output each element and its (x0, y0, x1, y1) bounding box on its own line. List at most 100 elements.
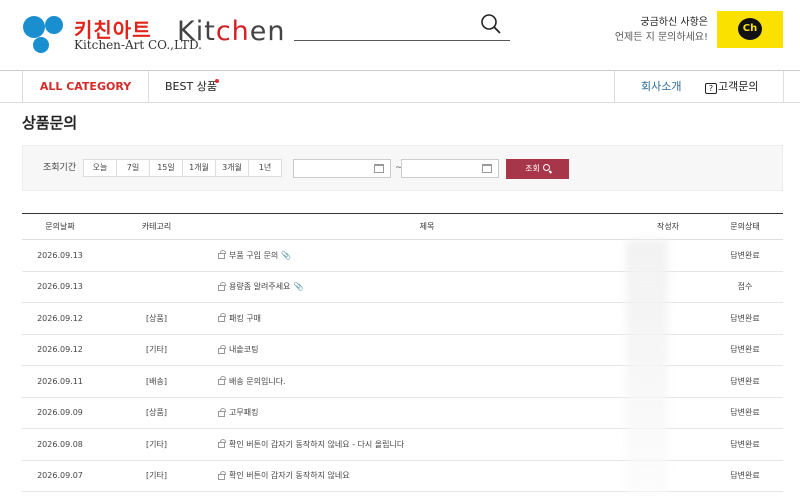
period-7d-button[interactable]: 7일 (116, 159, 150, 177)
row-title-cell[interactable]: 부품 구입 문의 📎 (218, 240, 636, 271)
kakao-channel-button[interactable]: Ch (717, 11, 783, 48)
cs-line1: 궁금하신 사항은 (640, 17, 708, 28)
lock-icon (218, 281, 226, 291)
table-row[interactable]: 2026.09.07 [기타] 확인 버튼이 갑자기 동작하지 않네요 답변완료 (22, 461, 783, 492)
row-title[interactable]: 용량좀 알려주세요 (229, 281, 290, 292)
writer-blurred-area (626, 240, 668, 496)
date-filter-panel: 조회기간 오늘 7일 15일 1개월 3개월 1년 ~ 조회 (22, 145, 783, 191)
row-date: 2026.09.11 (37, 376, 83, 386)
search-button-label: 조회 (525, 164, 540, 173)
filter-label: 조회기간 (43, 163, 77, 173)
row-category: [기타] (146, 345, 167, 355)
page-title: 상품문의 (22, 114, 78, 132)
row-date: 2026.09.08 (37, 439, 83, 449)
row-status: 답변완료 (730, 313, 760, 323)
kitchen-wordmark-en: en (249, 16, 286, 47)
lock-icon (218, 470, 226, 480)
table-row[interactable]: 2026.09.12 [기타] 내솥코팅 답변완료 (22, 335, 783, 366)
header-writer: 작성자 (656, 222, 680, 231)
header-status: 문의상태 (730, 222, 760, 231)
period-3m-button[interactable]: 3개월 (215, 159, 249, 177)
attachment-icon: 📎 (293, 282, 304, 292)
row-category: [배송] (146, 376, 167, 386)
kitchen-wordmark: Kitchen (177, 16, 286, 47)
table-header: 문의날짜 카테고리 제목 작성자 문의상태 (22, 213, 783, 240)
table-row[interactable]: 2026.09.11 [배송] 배송 문의입니다. 답변완료 (22, 366, 783, 398)
search-button[interactable]: 조회 (506, 159, 569, 179)
row-date: 2026.09.13 (37, 250, 83, 260)
nav-customer-inquiry[interactable]: ? 고객문의 (705, 71, 758, 103)
row-title[interactable]: 확인 버튼이 갑자기 동작하지 않네요 (229, 470, 350, 481)
row-title[interactable]: 배송 문의입니다. (229, 376, 286, 387)
search-input[interactable] (294, 40, 510, 41)
start-date-input[interactable] (293, 159, 391, 178)
nav-all-category[interactable]: ALL CATEGORY (22, 71, 149, 103)
end-date-input[interactable] (401, 159, 499, 178)
nav-customer-inquiry-label: 고객문의 (718, 80, 759, 93)
period-today-button[interactable]: 오늘 (83, 159, 117, 177)
row-date: 2026.09.13 (37, 282, 83, 292)
period-15d-button[interactable]: 15일 (149, 159, 183, 177)
kitchen-wordmark-it: it (195, 16, 216, 47)
logo-mark-icon (23, 16, 63, 53)
kitchen-art-logo[interactable]: 키친아트 Kitchen-Art CO.,LTD. Kitchen (22, 12, 285, 54)
magnifier-icon (542, 164, 550, 171)
row-status: 답변완료 (730, 376, 760, 386)
table-row[interactable]: 2026.09.08 [기타] 확인 버튼이 갑자기 동작하지 않네요 - 다시 올… (22, 429, 783, 461)
row-title[interactable]: 확인 버튼이 갑자기 동작하지 않네요 - 다시 올립니다 (229, 439, 404, 450)
row-title-cell[interactable]: 배송 문의입니다. (218, 366, 636, 397)
period-buttons: 오늘 7일 15일 1개월 3개월 1년 (83, 159, 282, 177)
nav-company-about[interactable]: 회사소개 (641, 71, 681, 103)
row-category (119, 240, 194, 271)
header-category: 카테고리 (141, 222, 172, 231)
calendar-icon[interactable] (482, 164, 492, 173)
row-status: 접수 (737, 282, 753, 292)
row-date: 2026.09.09 (37, 408, 83, 418)
row-status: 답변완료 (730, 345, 760, 355)
site-header: 키친아트 Kitchen-Art CO.,LTD. Kitchen 궁금하신 사… (0, 0, 800, 70)
search-icon[interactable] (479, 12, 503, 36)
row-title[interactable]: 부품 구입 문의 (229, 250, 278, 261)
row-status: 답변완료 (730, 250, 760, 260)
customer-service-text: 궁금하신 사항은 언제든 지 문의하세요! (615, 15, 708, 45)
row-category: [상품] (146, 313, 167, 323)
period-1m-button[interactable]: 1개월 (182, 159, 216, 177)
kitchen-wordmark-ch: ch (215, 16, 250, 47)
main-nav: ALL CATEGORY BEST 상품 회사소개 ? 고객문의 (0, 70, 800, 103)
inquiry-table: 문의날짜 카테고리 제목 작성자 문의상태 2026.09.13 부품 구입 문의… (22, 213, 783, 492)
row-status: 답변완료 (730, 408, 760, 418)
row-title-cell[interactable]: 고무패킹 (218, 398, 636, 429)
question-icon: ? (705, 83, 717, 94)
lock-icon (218, 376, 226, 386)
row-title-cell[interactable]: 확인 버튼이 갑자기 동작하지 않네요 (218, 461, 636, 492)
row-category (119, 272, 194, 303)
row-title-cell[interactable]: 확인 버튼이 갑자기 동작하지 않네요 - 다시 올립니다 (218, 429, 636, 460)
period-1y-button[interactable]: 1년 (248, 159, 282, 177)
row-title-cell[interactable]: 내솥코팅 (218, 335, 636, 366)
header-title: 제목 (419, 222, 435, 231)
new-dot-icon (215, 79, 219, 83)
calendar-icon[interactable] (374, 164, 384, 173)
table-row[interactable]: 2026.09.09 [상품] 고무패킹 답변완료 (22, 398, 783, 429)
row-title-cell[interactable]: 용량좀 알려주세요 📎 (218, 272, 636, 303)
kakao-channel-icon: Ch (738, 18, 762, 40)
row-category: [기타] (146, 471, 167, 481)
nav-right-group: 회사소개 ? 고객문의 (614, 71, 784, 103)
lock-icon (218, 344, 226, 354)
header-date: 문의날짜 (45, 222, 75, 231)
table-row[interactable]: 2026.09.12 [상품] 패킹 구매 답변완료 (22, 303, 783, 335)
cs-line2: 언제든 지 문의하세요! (614, 32, 708, 43)
row-title[interactable]: 내솥코팅 (229, 344, 258, 355)
lock-icon (218, 313, 226, 323)
row-title-cell[interactable]: 패킹 구매 (218, 303, 636, 334)
row-date: 2026.09.07 (37, 471, 83, 481)
table-row[interactable]: 2026.09.13 부품 구입 문의 📎 답변완료 (22, 240, 783, 272)
row-title[interactable]: 패킹 구매 (229, 313, 261, 324)
nav-best-products[interactable]: BEST 상품 (165, 71, 217, 103)
table-row[interactable]: 2026.09.13 용량좀 알려주세요 📎 접수 (22, 272, 783, 303)
row-title[interactable]: 고무패킹 (229, 407, 258, 418)
row-status: 답변완료 (730, 471, 760, 481)
row-date: 2026.09.12 (37, 345, 83, 355)
row-status: 답변완료 (730, 439, 760, 449)
row-date: 2026.09.12 (37, 313, 83, 323)
